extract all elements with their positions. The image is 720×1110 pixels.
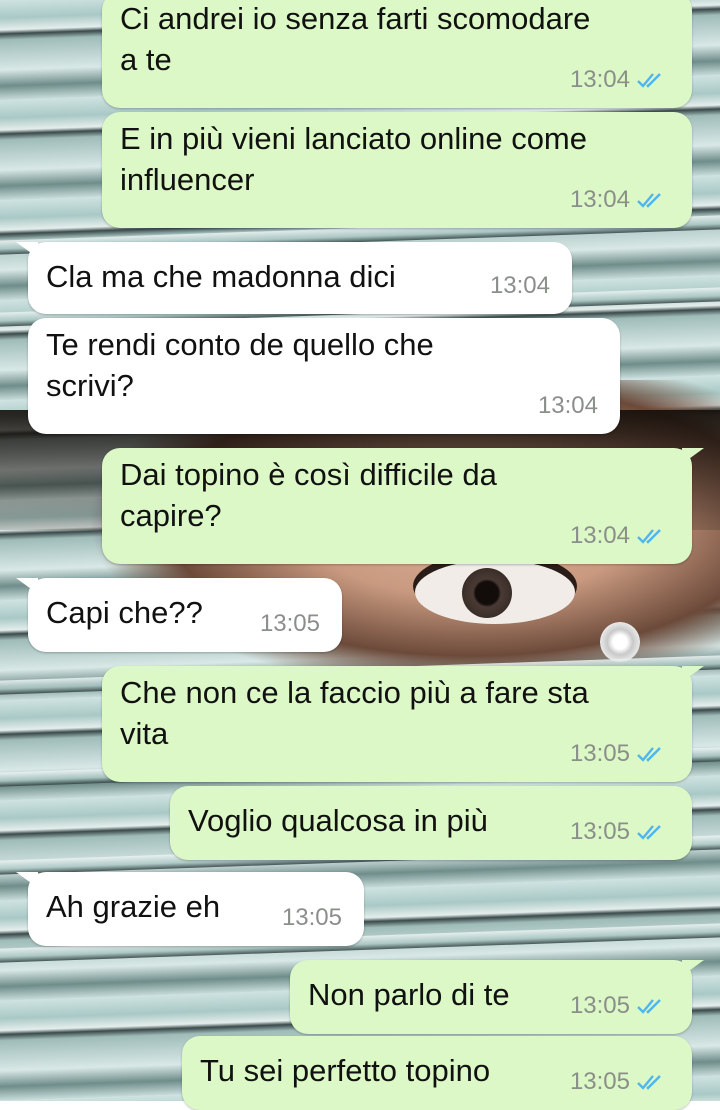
message-time: 13:04: [489, 272, 550, 299]
message-time: 13:04: [537, 392, 598, 419]
message-bubble-outgoing[interactable]: Ci andrei io senza farti scomodare a te …: [102, 0, 692, 108]
message-meta: 13:04: [538, 385, 598, 426]
message-meta: 13:04: [570, 59, 666, 100]
double-check-icon: [637, 1074, 661, 1090]
message-time: 13:05: [569, 1068, 630, 1095]
message-meta: 13:05: [570, 1061, 666, 1102]
message-text: Te rendi conto de quello che scrivi?: [46, 327, 434, 403]
bubble-tail: [16, 242, 38, 258]
double-check-icon: [637, 192, 661, 208]
message-meta: 13:05: [570, 811, 666, 852]
message-bubble-incoming[interactable]: Te rendi conto de quello che scrivi? 13:…: [28, 318, 620, 434]
message-time: 13:04: [569, 186, 630, 213]
message-meta: 13:05: [282, 897, 342, 938]
message-bubble-outgoing[interactable]: Tu sei perfetto topino 13:05: [182, 1036, 692, 1110]
message-meta: 13:05: [260, 603, 320, 644]
double-check-icon: [637, 824, 661, 840]
message-bubble-outgoing[interactable]: Non parlo di te 13:05: [290, 960, 704, 1034]
message-bubble-incoming[interactable]: Capi che?? 13:05: [16, 578, 342, 652]
message-time: 13:05: [569, 818, 630, 845]
message-bubble-outgoing[interactable]: Dai topino è così difficile da capire? 1…: [102, 448, 704, 564]
double-check-icon: [637, 528, 661, 544]
bubble-tail: [682, 960, 704, 976]
message-bubble-outgoing[interactable]: Che non ce la faccio più a fare sta vita…: [102, 666, 704, 782]
message-text: Cla ma che madonna dici: [46, 259, 396, 294]
message-bubble-outgoing[interactable]: Voglio qualcosa in più 13:05: [170, 786, 692, 860]
bubble-tail: [16, 578, 38, 594]
bubble-tail: [16, 872, 38, 888]
bubble-tail: [682, 448, 704, 464]
message-time: 13:04: [569, 522, 630, 549]
double-check-icon: [637, 746, 661, 762]
message-meta: 13:04: [570, 515, 666, 556]
message-meta: 13:04: [490, 265, 550, 306]
double-check-icon: [637, 72, 661, 88]
message-bubble-outgoing[interactable]: E in più vieni lanciato online come infl…: [102, 112, 692, 228]
message-meta: 13:05: [570, 733, 666, 774]
double-check-icon: [637, 998, 661, 1014]
bubble-tail: [682, 666, 704, 682]
message-bubble-incoming[interactable]: Ah grazie eh 13:05: [16, 872, 364, 946]
message-time: 13:04: [569, 66, 630, 93]
message-time: 13:05: [281, 904, 342, 931]
message-bubble-incoming[interactable]: Cla ma che madonna dici 13:04: [16, 242, 572, 314]
message-time: 13:05: [569, 992, 630, 1019]
message-list[interactable]: Ci andrei io senza farti scomodare a te …: [0, 0, 720, 1110]
message-meta: 13:04: [570, 179, 666, 220]
message-meta: 13:05: [570, 985, 666, 1026]
message-time: 13:05: [569, 740, 630, 767]
message-time: 13:05: [259, 610, 320, 637]
